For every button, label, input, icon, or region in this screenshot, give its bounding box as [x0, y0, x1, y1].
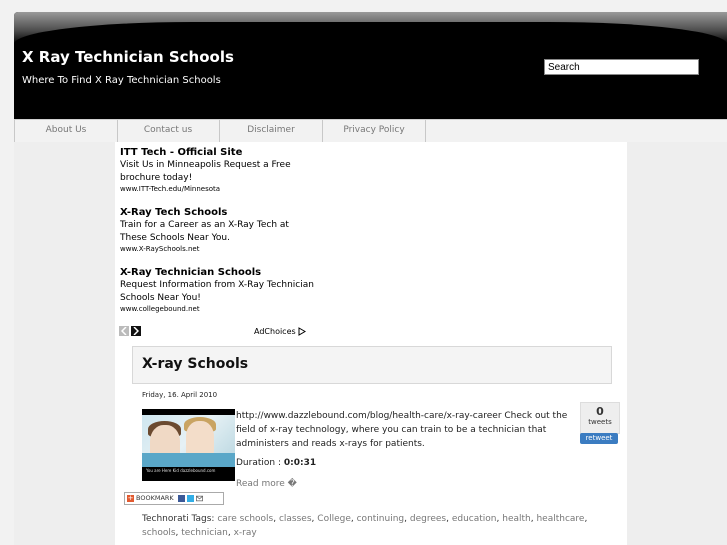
adchoices-link[interactable]: AdChoices	[254, 327, 307, 336]
tag-link[interactable]: x-ray	[234, 528, 257, 538]
tag-link[interactable]: care schools	[217, 514, 273, 524]
tags-label: Technorati Tags:	[142, 514, 215, 524]
post-body: http://www.dazzlebound.com/blog/health-c…	[236, 411, 568, 449]
tweet-label: tweets	[588, 418, 612, 426]
nav-contact-us[interactable]: Contact us	[117, 120, 220, 142]
ad-unit[interactable]: ITT Tech - Official Site Visit Us in Min…	[120, 147, 315, 193]
main-nav: About Us Contact us Disclaimer Privacy P…	[14, 119, 727, 143]
nav-about-us[interactable]: About Us	[14, 120, 118, 142]
ad-prev-button[interactable]	[119, 326, 129, 336]
tag-link[interactable]: health	[502, 514, 531, 524]
post-header: X-ray Schools	[132, 346, 612, 384]
ad-title[interactable]: X-Ray Tech Schools	[120, 207, 315, 218]
ad-url[interactable]: www.X-RaySchools.net	[120, 245, 315, 253]
thumbnail-uniform	[142, 453, 235, 467]
site-tagline: Where To Find X Ray Technician Schools	[22, 75, 221, 86]
ad-text-line: brochure today!	[120, 172, 193, 183]
bookmark-button[interactable]: + BOOKMARK	[124, 492, 224, 505]
tag-link[interactable]: technician	[181, 528, 228, 538]
ad-unit[interactable]: X-Ray Tech Schools Train for a Career as…	[120, 207, 315, 253]
twitter-icon	[186, 494, 194, 502]
ad-title[interactable]: ITT Tech - Official Site	[120, 147, 315, 158]
tweet-count: 0	[596, 405, 604, 418]
tag-link[interactable]: classes	[279, 514, 312, 524]
email-icon	[195, 495, 203, 501]
adchoices-label: AdChoices	[254, 327, 296, 336]
tag-link[interactable]: education	[452, 514, 497, 524]
video-duration: Duration : 0:0:31	[236, 458, 316, 468]
read-more-link[interactable]: Read more �	[236, 479, 297, 489]
ad-next-button[interactable]	[131, 326, 141, 336]
nav-privacy-policy[interactable]: Privacy Policy	[323, 120, 426, 142]
video-thumbnail[interactable]: You are Here Kid dazzlebound.com	[142, 409, 235, 481]
chevron-left-icon	[121, 327, 127, 335]
post-tags: Technorati Tags: care schools, classes, …	[142, 514, 588, 538]
plus-icon: +	[127, 493, 134, 502]
ad-text-line: These Schools Near You.	[120, 232, 230, 243]
ad-url[interactable]: www.ITT-Tech.edu/Minnesota	[120, 185, 315, 193]
tag-link[interactable]: schools	[142, 528, 176, 538]
left-sidebar	[14, 142, 115, 545]
tag-link[interactable]: healthcare	[536, 514, 584, 524]
bookmark-label: BOOKMARK	[136, 494, 174, 502]
retweet-button[interactable]: retweet	[580, 433, 618, 444]
post-date: Friday, 16. April 2010	[142, 391, 218, 399]
ad-text: Request Information from X-Ray Technicia…	[120, 279, 315, 304]
tweet-counter: 0 tweets	[580, 402, 620, 434]
right-sidebar	[627, 142, 727, 545]
thumbnail-person	[186, 421, 214, 455]
search-input[interactable]	[544, 59, 699, 75]
ad-text-line: Request Information from X-Ray Technicia…	[120, 280, 314, 290]
duration-value: 0:0:31	[283, 458, 317, 468]
thumbnail-caption: You are Here Kid dazzlebound.com	[146, 468, 216, 473]
duration-label: Duration :	[236, 458, 281, 468]
facebook-icon	[177, 494, 185, 502]
chevron-right-icon	[133, 327, 139, 335]
ad-text-line: Schools Near You!	[120, 292, 201, 303]
ad-text: Train for a Career as an X-Ray Tech at T…	[120, 219, 315, 244]
ad-text-line: Visit Us in Minneapolis Request a Free	[120, 160, 291, 170]
tag-link[interactable]: continuing	[357, 514, 405, 524]
ad-url[interactable]: www.collegebound.net	[120, 305, 315, 313]
site-title[interactable]: X Ray Technician Schools	[22, 48, 234, 66]
nav-disclaimer[interactable]: Disclaimer	[220, 120, 323, 142]
main-content	[115, 142, 627, 545]
ad-pager	[119, 326, 143, 345]
post-title[interactable]: X-ray Schools	[142, 356, 248, 372]
tag-link[interactable]: College	[317, 514, 351, 524]
ad-title[interactable]: X-Ray Technician Schools	[120, 267, 315, 278]
ad-unit[interactable]: X-Ray Technician Schools Request Informa…	[120, 267, 315, 313]
ad-text: Visit Us in Minneapolis Request a Free b…	[120, 159, 315, 184]
ad-text-line: Train for a Career as an X-Ray Tech at	[120, 220, 289, 230]
adchoices-icon	[298, 327, 307, 336]
header-gradient	[14, 12, 727, 66]
tag-link[interactable]: degrees	[410, 514, 446, 524]
